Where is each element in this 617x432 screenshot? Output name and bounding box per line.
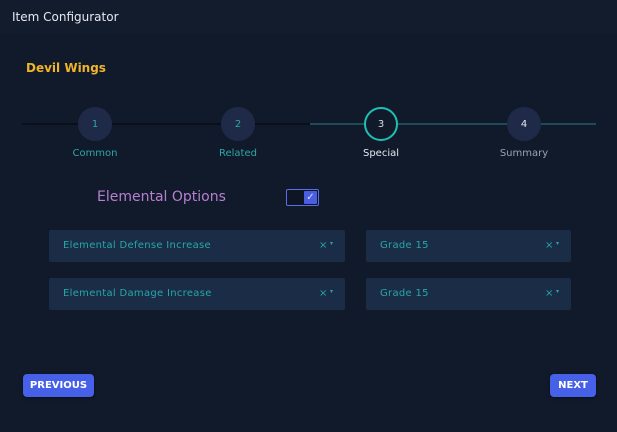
chevron-down-icon[interactable]: ▾ bbox=[556, 288, 559, 295]
clear-icon[interactable]: × bbox=[319, 288, 327, 299]
next-button[interactable]: NEXT bbox=[550, 374, 596, 397]
elemental-option-select[interactable]: Elemental Defense Increase × ▾ bbox=[49, 230, 345, 262]
elemental-option-select[interactable]: Elemental Damage Increase × ▾ bbox=[49, 278, 345, 310]
title-bar: Item Configurator bbox=[0, 0, 617, 34]
step-number: 2 bbox=[221, 107, 255, 141]
select-value: Grade 15 bbox=[380, 240, 429, 251]
select-value: Elemental Defense Increase bbox=[63, 240, 212, 251]
select-value: Elemental Damage Increase bbox=[63, 288, 212, 299]
step-label: Summary bbox=[499, 148, 549, 159]
clear-icon[interactable]: × bbox=[545, 288, 553, 299]
previous-button[interactable]: PREVIOUS bbox=[23, 374, 94, 397]
select-value: Grade 15 bbox=[380, 288, 429, 299]
clear-icon[interactable]: × bbox=[545, 240, 553, 251]
chevron-down-icon[interactable]: ▾ bbox=[330, 288, 333, 295]
chevron-down-icon[interactable]: ▾ bbox=[556, 240, 559, 247]
step-summary[interactable]: 4 Summary bbox=[494, 107, 554, 159]
check-icon: ✓ bbox=[304, 191, 317, 204]
step-common[interactable]: 1 Common bbox=[65, 107, 125, 159]
step-special[interactable]: 3 Special bbox=[351, 107, 411, 159]
step-number: 4 bbox=[507, 107, 541, 141]
window-title: Item Configurator bbox=[12, 10, 119, 24]
step-number: 1 bbox=[78, 107, 112, 141]
elemental-options-toggle[interactable]: ✓ bbox=[286, 189, 319, 206]
step-label: Common bbox=[72, 148, 118, 159]
step-label: Related bbox=[219, 148, 257, 159]
elemental-options-label: Elemental Options bbox=[97, 189, 226, 205]
item-configurator-window: Item Configurator Devil Wings 1 Common 2… bbox=[0, 0, 617, 432]
grade-select[interactable]: Grade 15 × ▾ bbox=[366, 230, 571, 262]
item-name: Devil Wings bbox=[26, 61, 106, 75]
step-number: 3 bbox=[364, 107, 398, 141]
step-related[interactable]: 2 Related bbox=[208, 107, 268, 159]
clear-icon[interactable]: × bbox=[319, 240, 327, 251]
step-label: Special bbox=[362, 148, 400, 159]
grade-select[interactable]: Grade 15 × ▾ bbox=[366, 278, 571, 310]
chevron-down-icon[interactable]: ▾ bbox=[330, 240, 333, 247]
